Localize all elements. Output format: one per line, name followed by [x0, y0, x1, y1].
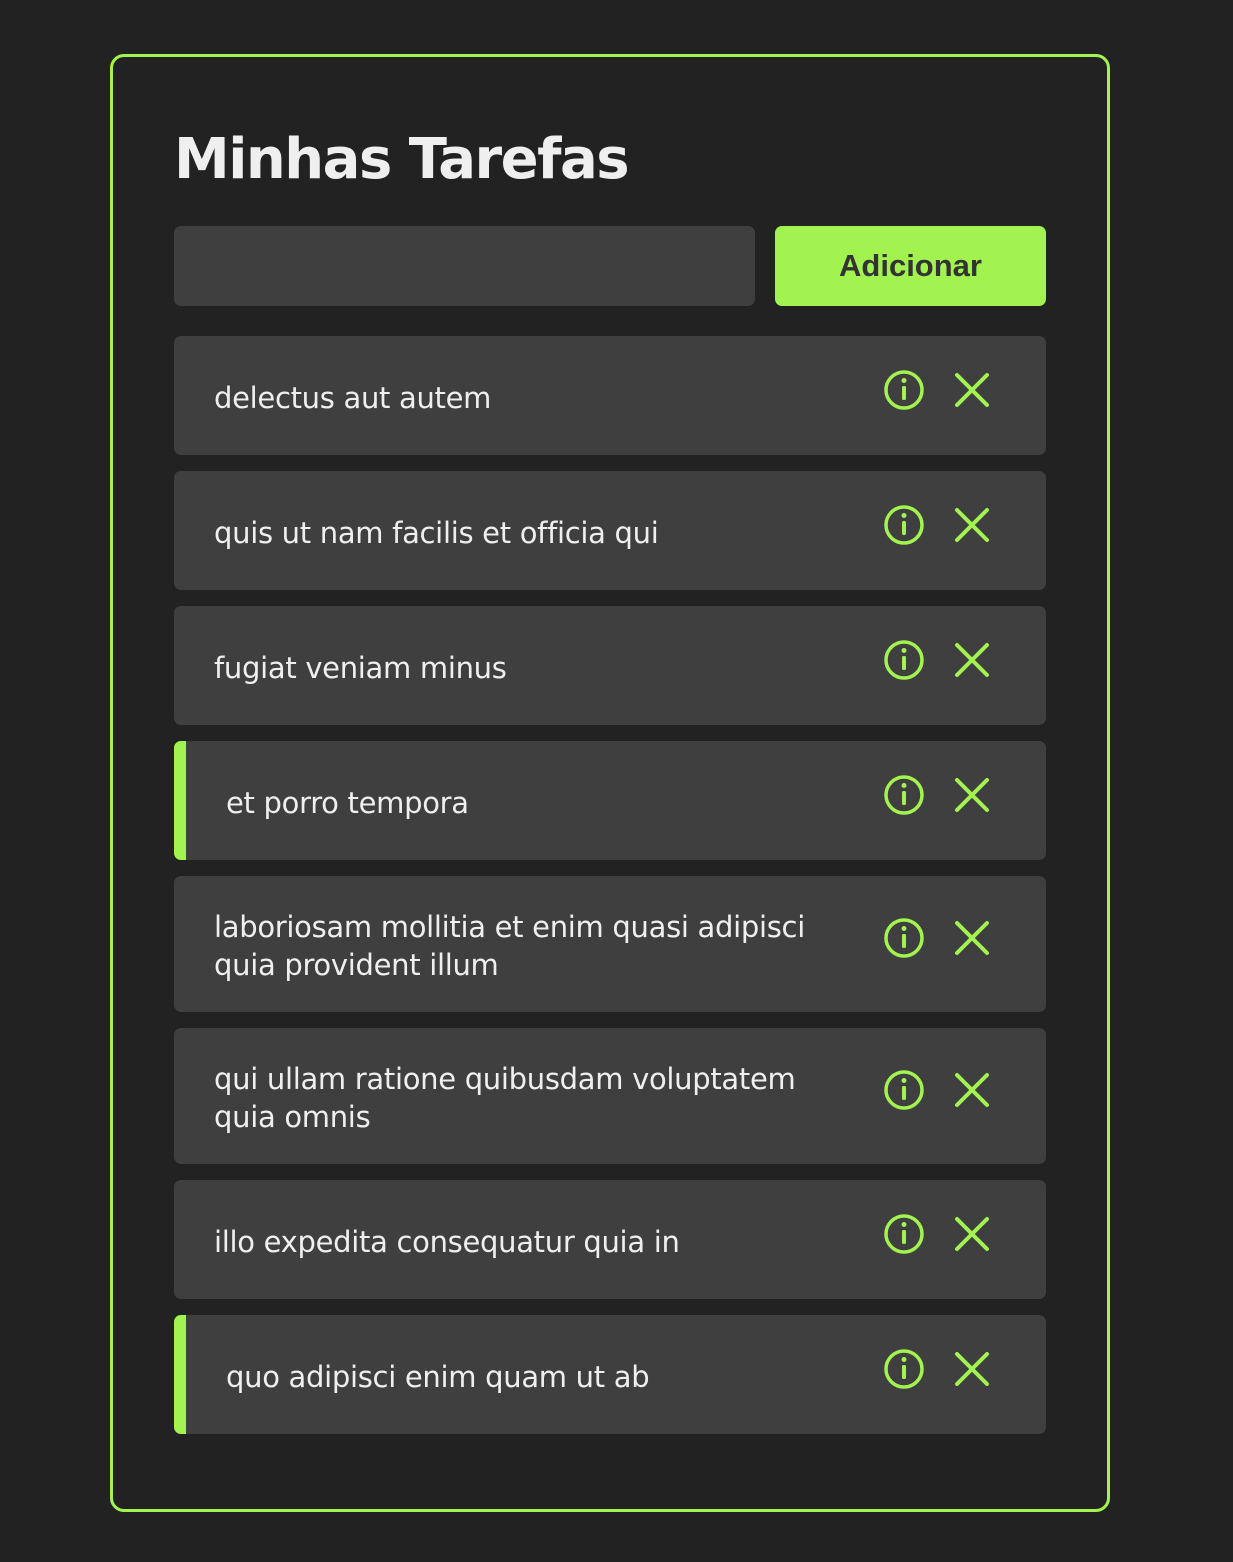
- task-actions: [882, 503, 994, 547]
- task-actions: [882, 1212, 994, 1256]
- add-task-form: Adicionar: [174, 226, 1046, 306]
- close-icon[interactable]: [950, 1068, 994, 1112]
- task-actions: [882, 368, 994, 412]
- task-actions: [882, 1347, 994, 1391]
- info-icon[interactable]: [882, 773, 926, 817]
- info-icon[interactable]: [882, 503, 926, 547]
- task-item-completed[interactable]: et porro tempora: [174, 741, 1046, 860]
- close-icon[interactable]: [950, 368, 994, 412]
- task-label: laboriosam mollitia et enim quasi adipis…: [214, 910, 805, 982]
- info-icon[interactable]: [882, 1347, 926, 1391]
- task-item[interactable]: laboriosam mollitia et enim quasi adipis…: [174, 876, 1046, 1012]
- close-icon[interactable]: [950, 1212, 994, 1256]
- task-label: delectus aut autem: [214, 380, 492, 415]
- task-item[interactable]: illo expedita consequatur quia in: [174, 1180, 1046, 1299]
- task-item[interactable]: delectus aut autem: [174, 336, 1046, 455]
- task-item-completed[interactable]: quo adipisci enim quam ut ab: [174, 1315, 1046, 1434]
- task-input[interactable]: [174, 226, 755, 306]
- tasks-panel: Minhas Tarefas Adicionar delectus aut au…: [110, 54, 1110, 1512]
- task-actions: [882, 916, 994, 960]
- close-icon[interactable]: [950, 916, 994, 960]
- task-label: qui ullam ratione quibusdam voluptatem q…: [214, 1062, 796, 1134]
- close-icon[interactable]: [950, 503, 994, 547]
- task-label: et porro tempora: [226, 785, 469, 820]
- info-icon[interactable]: [882, 638, 926, 682]
- info-icon[interactable]: [882, 1212, 926, 1256]
- task-item[interactable]: quis ut nam facilis et officia qui: [174, 471, 1046, 590]
- task-label: fugiat veniam minus: [214, 650, 507, 685]
- close-icon[interactable]: [950, 773, 994, 817]
- page-title: Minhas Tarefas: [174, 127, 630, 192]
- task-actions: [882, 638, 994, 682]
- close-icon[interactable]: [950, 1347, 994, 1391]
- task-item[interactable]: qui ullam ratione quibusdam voluptatem q…: [174, 1028, 1046, 1164]
- info-icon[interactable]: [882, 368, 926, 412]
- task-actions: [882, 773, 994, 817]
- task-label: illo expedita consequatur quia in: [214, 1224, 680, 1259]
- task-item[interactable]: fugiat veniam minus: [174, 606, 1046, 725]
- add-button[interactable]: Adicionar: [775, 226, 1046, 306]
- task-list: delectus aut autem quis ut nam facilis e…: [174, 336, 1046, 1434]
- info-icon[interactable]: [882, 1068, 926, 1112]
- task-actions: [882, 1068, 994, 1112]
- task-label: quo adipisci enim quam ut ab: [226, 1359, 650, 1394]
- info-icon[interactable]: [882, 916, 926, 960]
- close-icon[interactable]: [950, 638, 994, 682]
- task-label: quis ut nam facilis et officia qui: [214, 515, 659, 550]
